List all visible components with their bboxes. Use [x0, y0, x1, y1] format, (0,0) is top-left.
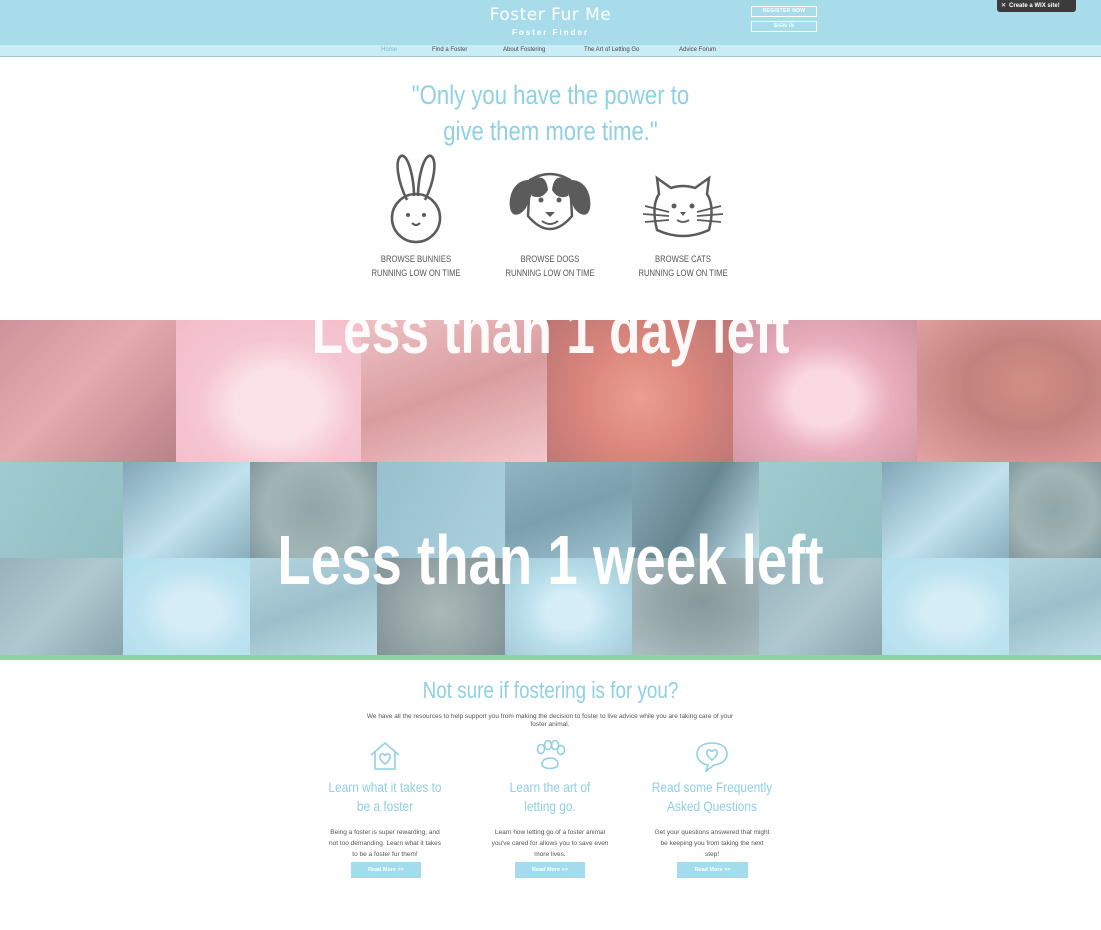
- hero-quote-line2: give them more time.": [443, 116, 658, 146]
- browse-dogs-title: BROWSE DOGS: [520, 254, 580, 264]
- sign-in-button[interactable]: SIGN IN: [751, 21, 817, 32]
- be-a-foster-title-1: Learn what it takes to: [328, 779, 442, 795]
- read-more-button-foster[interactable]: Read More >>: [351, 862, 421, 878]
- less-than-day-title: Less than 1 day left: [311, 320, 790, 367]
- bunny-icon: [390, 154, 442, 244]
- wix-badge-label: Create a WIX site!: [1009, 3, 1060, 9]
- browse-dogs-subtitle: RUNNING LOW ON TIME: [505, 268, 595, 278]
- read-more-button-letting-go[interactable]: Read More >>: [515, 862, 585, 878]
- nav-item-find-a-foster[interactable]: Find a Foster: [432, 47, 467, 53]
- letting-go-title-1: Learn the art of: [509, 779, 591, 795]
- column-letting-go: Learn the art of letting go. Learn how l…: [475, 740, 625, 860]
- photo-tile-rabbit: [0, 462, 123, 558]
- site-subtitle: Foster Finder: [511, 28, 590, 37]
- fostering-intro: We have all the resources to help suppor…: [366, 713, 734, 728]
- nav-item-about-fostering[interactable]: About Fostering: [503, 47, 545, 53]
- hero-quote: "Only you have the power to give them mo…: [99, 77, 1002, 149]
- green-strip: [0, 655, 1101, 660]
- house-heart-icon: [370, 741, 400, 770]
- faq-text: Get your questions answered that might b…: [654, 829, 770, 858]
- browse-bunnies-subtitle: RUNNING LOW ON TIME: [371, 268, 461, 278]
- browse-cats-title: BROWSE CATS: [655, 254, 711, 264]
- dog-icon: [509, 172, 591, 231]
- photo-tile-beagle-2: [1009, 462, 1101, 558]
- be-a-foster-title-2: be a foster: [356, 798, 414, 814]
- nav-item-advice-forum[interactable]: Advice Forum: [679, 47, 716, 53]
- site-header: Foster Fur Me Foster Finder REGISTER NOW…: [0, 0, 1101, 45]
- paw-icon: [536, 740, 566, 770]
- browse-bunnies-link[interactable]: BROWSE BUNNIES RUNNING LOW ON TIME: [356, 150, 476, 280]
- nav-item-home[interactable]: Home: [381, 47, 397, 53]
- faq-title-1: Read some Frequently: [651, 779, 773, 795]
- nav-item-art-of-letting-go[interactable]: The Art of Letting Go: [584, 47, 639, 53]
- browse-cats-link[interactable]: BROWSE CATS RUNNING LOW ON TIME: [623, 150, 743, 280]
- column-be-a-foster: Learn what it takes to be a foster Being…: [310, 740, 460, 860]
- photo-tile-cat-2: [0, 558, 123, 655]
- read-more-button-faq[interactable]: Read More >>: [677, 862, 748, 878]
- wix-badge[interactable]: ✕ Create a WIX site!: [997, 0, 1076, 12]
- browse-bunnies-title: BROWSE BUNNIES: [380, 254, 452, 264]
- faq-title-2: Asked Questions: [667, 798, 757, 814]
- fostering-heading: Not sure if fostering is for you?: [422, 677, 679, 703]
- letting-go-title-2: letting go.: [524, 798, 576, 814]
- less-than-week-title: Less than 1 week left: [277, 521, 824, 599]
- browse-cats-subtitle: RUNNING LOW ON TIME: [638, 268, 728, 278]
- photo-tile-dog-3: [1009, 558, 1101, 655]
- browse-dogs-link[interactable]: BROWSE DOGS RUNNING LOW ON TIME: [490, 150, 610, 280]
- letting-go-text: Learn how letting go of a foster animal …: [491, 829, 609, 858]
- cat-icon: [642, 175, 724, 238]
- speech-heart-icon: [696, 742, 728, 772]
- main-nav: Home Find a Foster About Fostering The A…: [0, 45, 1101, 57]
- less-than-day-band[interactable]: Less than 1 day left: [0, 320, 1101, 462]
- less-than-week-band[interactable]: Less than 1 week left: [0, 462, 1101, 655]
- be-a-foster-text: Being a foster is super rewarding, and n…: [328, 829, 442, 858]
- column-faq: Read some Frequently Asked Questions Get…: [637, 740, 787, 860]
- wix-close-icon[interactable]: ✕: [1001, 3, 1006, 9]
- hero-quote-line1: "Only you have the power to: [411, 80, 690, 110]
- site-title[interactable]: Foster Fur Me: [0, 5, 1101, 25]
- register-button[interactable]: REGISTER NOW: [751, 6, 817, 17]
